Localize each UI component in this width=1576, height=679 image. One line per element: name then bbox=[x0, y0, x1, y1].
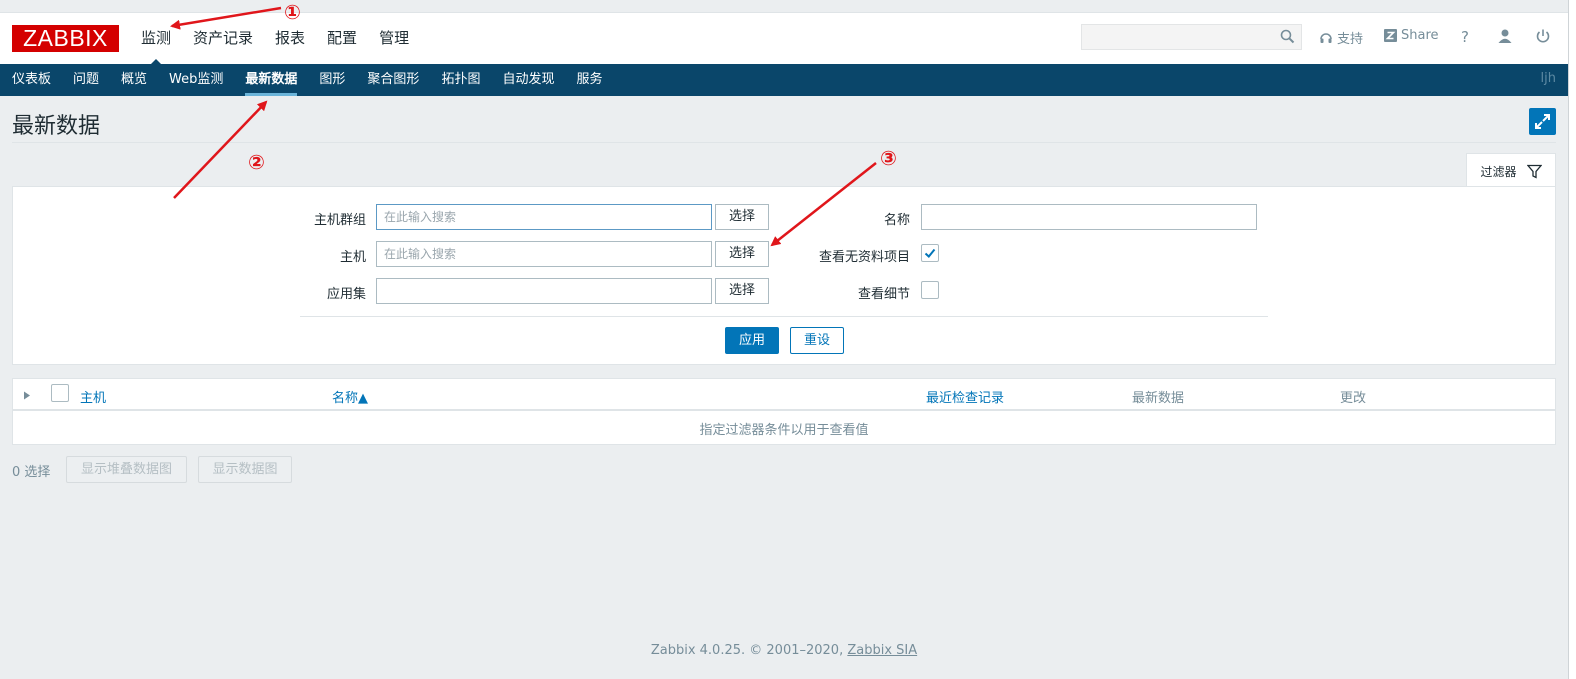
show-without-data-label: 查看无资料项目 bbox=[818, 250, 910, 265]
submenu-maps[interactable]: 拓扑图 bbox=[441, 71, 480, 89]
footer-link[interactable]: Zabbix SIA bbox=[847, 643, 917, 658]
hosts-select-button[interactable]: 选择 bbox=[715, 241, 769, 267]
logout-link[interactable] bbox=[1535, 28, 1551, 44]
host-groups-select-button[interactable]: 选择 bbox=[715, 204, 769, 230]
menu-monitoring[interactable]: 监测 bbox=[141, 27, 171, 67]
submenu-screens[interactable]: 聚合图形 bbox=[367, 71, 419, 89]
page-title: 最新数据 bbox=[12, 114, 101, 139]
reset-button[interactable]: 重设 bbox=[790, 327, 844, 354]
selection-count: 0 选择 bbox=[12, 465, 51, 480]
application-select-button[interactable]: 选择 bbox=[715, 278, 769, 304]
host-groups-input[interactable]: 在此输入搜索 bbox=[376, 204, 712, 230]
filter-icon bbox=[1526, 164, 1542, 179]
menu-configuration[interactable]: 配置 bbox=[327, 27, 357, 49]
menu-administration[interactable]: 管理 bbox=[379, 27, 409, 49]
stacked-graph-button[interactable]: 显示堆叠数据图 bbox=[66, 456, 187, 483]
submenu-dashboard[interactable]: 仪表板 bbox=[12, 71, 51, 89]
share-z-icon bbox=[1384, 29, 1397, 42]
latest-data-table: 主机 名称▲ 最近检查记录 最新数据 更改 指定过滤器条件以用于查看值 bbox=[12, 378, 1556, 445]
expand-all-icon[interactable] bbox=[23, 391, 31, 400]
top-header: ZABBIX 监测 资产记录 报表 配置 管理 支持 Share ? bbox=[0, 12, 1568, 67]
footer-text: Zabbix 4.0.25. © 2001–2020, bbox=[650, 643, 844, 658]
filter-tab[interactable]: 过滤器 bbox=[1466, 153, 1556, 188]
hosts-label: 主机 bbox=[339, 250, 366, 265]
column-name[interactable]: 名称▲ bbox=[332, 387, 368, 406]
submenu-services[interactable]: 服务 bbox=[576, 71, 602, 89]
title-divider bbox=[12, 142, 1556, 143]
share-label: Share bbox=[1401, 28, 1439, 43]
submenu-latest-data[interactable]: 最新数据 bbox=[245, 71, 298, 96]
table-header: 主机 名称▲ 最近检查记录 最新数据 更改 bbox=[13, 379, 1555, 411]
submenu-problems[interactable]: 问题 bbox=[73, 71, 99, 89]
support-link[interactable]: 支持 bbox=[1319, 28, 1363, 47]
zabbix-logo[interactable]: ZABBIX bbox=[12, 25, 119, 52]
sub-menu: 仪表板 问题 概览 Web监测 最新数据 图形 聚合图形 拓扑图 自动发现 服务 bbox=[12, 71, 624, 96]
graph-button[interactable]: 显示数据图 bbox=[198, 456, 292, 483]
search-icon[interactable] bbox=[1280, 29, 1295, 44]
power-icon bbox=[1536, 29, 1550, 43]
submenu-discovery[interactable]: 自动发现 bbox=[502, 71, 554, 89]
global-search-input[interactable] bbox=[1081, 24, 1302, 50]
annotation-number-1: ① bbox=[284, 0, 301, 24]
column-change: 更改 bbox=[1340, 391, 1367, 406]
annotation-number-3: ③ bbox=[880, 146, 897, 170]
show-details-label: 查看细节 bbox=[857, 287, 910, 302]
main-menu: 监测 资产记录 报表 配置 管理 bbox=[141, 27, 431, 67]
share-link[interactable]: Share bbox=[1384, 28, 1439, 43]
hosts-input[interactable]: 在此输入搜索 bbox=[376, 241, 712, 267]
table-empty-message: 指定过滤器条件以用于查看值 bbox=[699, 423, 869, 438]
menu-reports[interactable]: 报表 bbox=[275, 27, 305, 49]
column-host[interactable]: 主机 bbox=[80, 387, 106, 406]
fullscreen-button[interactable] bbox=[1529, 108, 1556, 135]
apply-button[interactable]: 应用 bbox=[725, 327, 779, 354]
filter-tab-label: 过滤器 bbox=[1480, 164, 1517, 179]
annotation-number-2: ② bbox=[248, 150, 265, 174]
footer: Zabbix 4.0.25. © 2001–2020, Zabbix SIA bbox=[0, 643, 1568, 658]
current-user: ljh bbox=[1540, 71, 1556, 86]
expand-icon bbox=[1535, 114, 1550, 129]
submenu-web[interactable]: Web监测 bbox=[169, 71, 223, 89]
column-last-check[interactable]: 最近检查记录 bbox=[926, 387, 1004, 406]
checkmark-icon bbox=[924, 248, 936, 258]
filter-panel bbox=[12, 186, 1556, 365]
menu-inventory[interactable]: 资产记录 bbox=[193, 27, 253, 49]
filter-divider bbox=[300, 316, 1268, 317]
application-input[interactable] bbox=[376, 278, 712, 304]
headset-icon bbox=[1320, 32, 1332, 43]
user-profile-link[interactable] bbox=[1497, 28, 1513, 44]
application-label: 应用集 bbox=[326, 287, 366, 302]
name-input[interactable] bbox=[921, 204, 1257, 230]
submenu-overview[interactable]: 概览 bbox=[121, 71, 147, 89]
host-groups-label: 主机群组 bbox=[313, 213, 366, 228]
show-without-data-checkbox[interactable] bbox=[921, 244, 939, 262]
help-link[interactable]: ? bbox=[1461, 28, 1469, 46]
name-label: 名称 bbox=[883, 213, 910, 228]
column-last-value: 最新数据 bbox=[1132, 391, 1185, 406]
show-details-checkbox[interactable] bbox=[921, 281, 939, 299]
user-icon bbox=[1498, 29, 1512, 43]
submenu-graphs[interactable]: 图形 bbox=[319, 71, 345, 89]
select-all-checkbox[interactable] bbox=[51, 384, 69, 402]
sub-navigation: 仪表板 问题 概览 Web监测 最新数据 图形 聚合图形 拓扑图 自动发现 服务… bbox=[0, 64, 1568, 96]
window-edge bbox=[1568, 0, 1576, 679]
support-label: 支持 bbox=[1337, 32, 1364, 47]
